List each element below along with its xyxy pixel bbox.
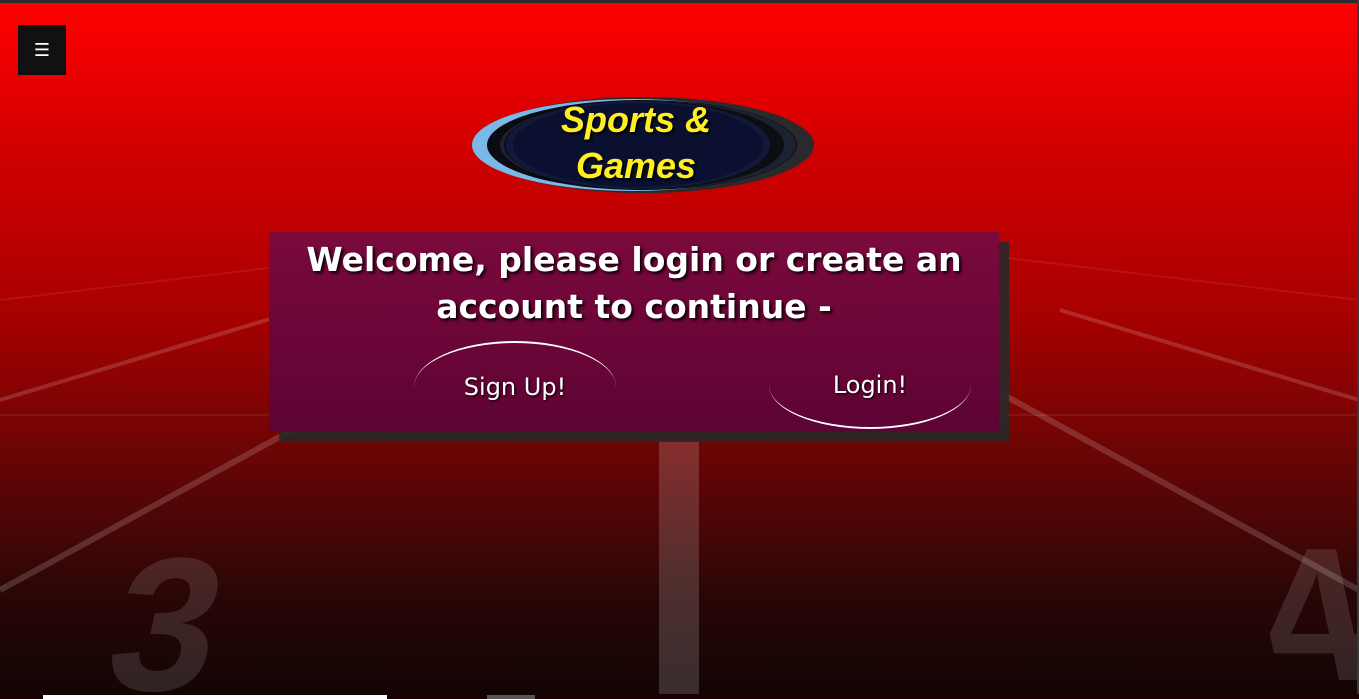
logo-line-2: Games (575, 145, 697, 186)
logo-line-1: Sports & (560, 99, 711, 140)
login-label: Login! (832, 371, 908, 399)
horizontal-scrollbar-segment (487, 695, 535, 699)
welcome-line-2: account to continue - (436, 287, 832, 326)
lane-number-4: 4 (1240, 508, 1359, 699)
sign-up-button[interactable]: Sign Up! (414, 341, 616, 433)
hamburger-menu-icon: ☰ (33, 39, 51, 61)
welcome-line-1: Welcome, please login or create an (306, 240, 962, 279)
welcome-message: Welcome, please login or create an accou… (269, 236, 999, 330)
horizontal-scrollbar-thumb[interactable] (43, 695, 387, 699)
hamburger-menu-button[interactable]: ☰ (18, 25, 66, 75)
sign-up-label: Sign Up! (463, 373, 567, 401)
login-button[interactable]: Login! (769, 341, 971, 429)
logo-title: Sports & Games (472, 97, 800, 189)
lane-number-3: 3 (92, 518, 243, 699)
